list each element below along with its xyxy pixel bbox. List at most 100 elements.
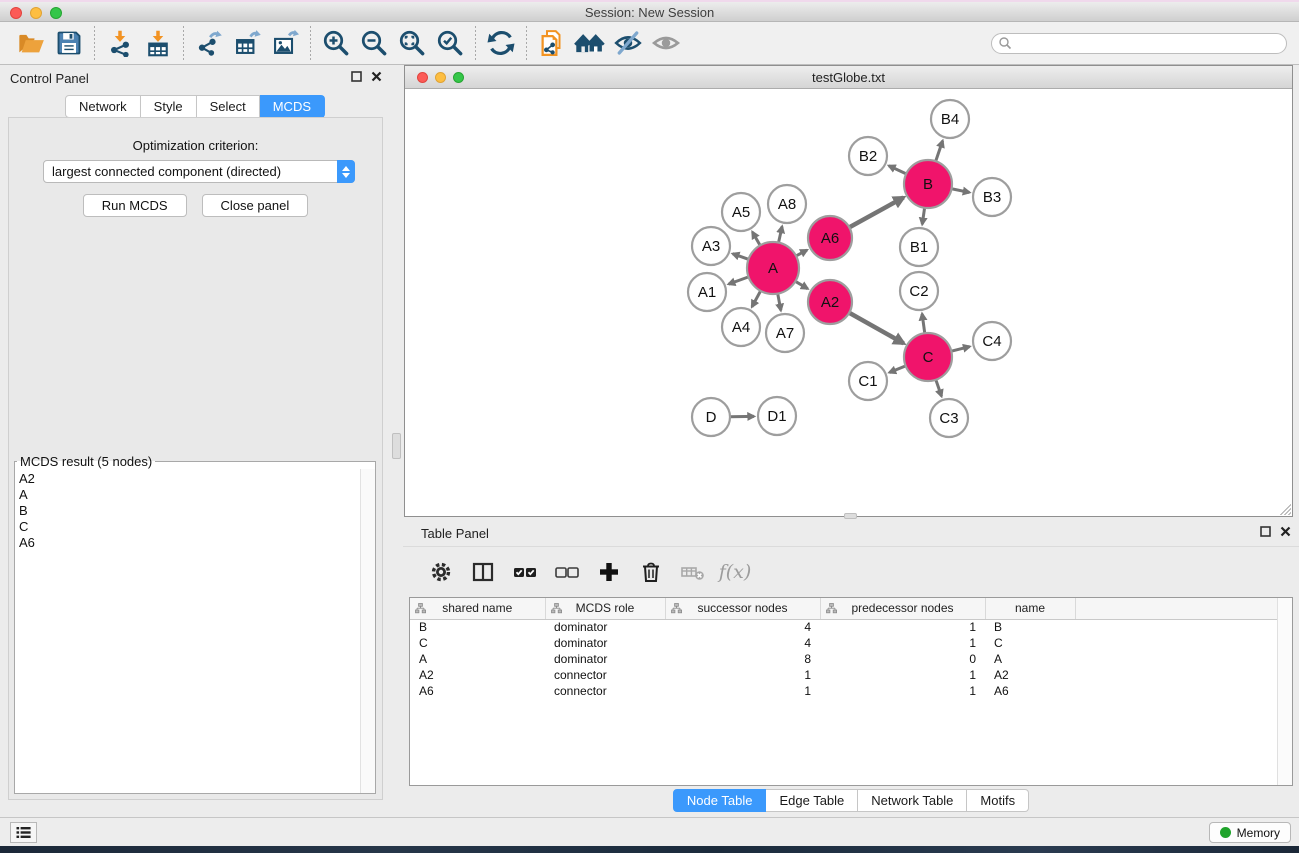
deselect-all-icon[interactable] (549, 555, 585, 589)
mcds-result-item[interactable]: A2 (19, 471, 360, 487)
graph-node-D[interactable]: D (692, 398, 730, 436)
graph-node-A7[interactable]: A7 (766, 314, 804, 352)
table-row[interactable]: Adominator80A (410, 651, 1292, 667)
horizontal-splitter-grip[interactable] (844, 513, 857, 519)
network-canvas[interactable]: B4B2BB3A5A8A6A3AB1A1C2A2A4A7CC4C1C3DD1 (405, 89, 1292, 516)
table-row[interactable]: A2connector11A2 (410, 667, 1292, 683)
table-cell[interactable]: B (410, 619, 545, 635)
zoom-out-icon[interactable] (355, 25, 393, 61)
column-header[interactable]: name (985, 598, 1075, 619)
table-cell[interactable]: C (410, 635, 545, 651)
tab-motifs[interactable]: Motifs (967, 789, 1029, 812)
table-cell[interactable]: A2 (985, 667, 1075, 683)
table-cell[interactable]: 8 (665, 651, 820, 667)
graph-node-B1[interactable]: B1 (900, 228, 938, 266)
network-from-file-icon[interactable] (533, 25, 571, 61)
graph-node-A8[interactable]: A8 (768, 185, 806, 223)
table-cell[interactable]: B (985, 619, 1075, 635)
float-panel-icon[interactable] (351, 71, 362, 82)
table-row[interactable]: Bdominator41B (410, 619, 1292, 635)
search-field[interactable] (991, 33, 1287, 54)
save-session-icon[interactable] (50, 25, 88, 61)
mcds-result-item[interactable]: A6 (19, 535, 360, 551)
graph-node-A[interactable]: A (747, 242, 799, 294)
run-mcds-button[interactable]: Run MCDS (83, 194, 187, 217)
table-cell[interactable]: 1 (820, 667, 985, 683)
table-cell[interactable]: A (410, 651, 545, 667)
table-cell[interactable]: dominator (545, 651, 665, 667)
table-cell[interactable]: dominator (545, 635, 665, 651)
table-scrollbar[interactable] (1277, 598, 1292, 785)
graph-node-C1[interactable]: C1 (849, 362, 887, 400)
graph-node-A1[interactable]: A1 (688, 273, 726, 311)
zoom-fit-icon[interactable] (393, 25, 431, 61)
export-image-icon[interactable] (266, 25, 304, 61)
column-header[interactable]: MCDS role (545, 598, 665, 619)
table-row[interactable]: Cdominator41C (410, 635, 1292, 651)
delete-row-icon[interactable] (633, 555, 669, 589)
column-header[interactable]: predecessor nodes (820, 598, 985, 619)
tab-style[interactable]: Style (141, 95, 197, 118)
result-list-scrollbar[interactable] (360, 469, 375, 793)
graph-node-A4[interactable]: A4 (722, 308, 760, 346)
table-cell[interactable]: 1 (820, 683, 985, 699)
refresh-layout-icon[interactable] (482, 25, 520, 61)
table-row[interactable]: A6connector11A6 (410, 683, 1292, 699)
graph-node-C[interactable]: C (904, 333, 952, 381)
graph-node-A2[interactable]: A2 (808, 280, 852, 324)
table-cell[interactable]: 4 (665, 635, 820, 651)
table-cell[interactable]: A6 (985, 683, 1075, 699)
graph-node-B3[interactable]: B3 (973, 178, 1011, 216)
close-panel-button[interactable]: Close panel (202, 194, 309, 217)
tab-network-table[interactable]: Network Table (858, 789, 967, 812)
table-cell[interactable]: C (985, 635, 1075, 651)
table-cell[interactable]: connector (545, 667, 665, 683)
graph-node-D1[interactable]: D1 (758, 397, 796, 435)
graph-node-B[interactable]: B (904, 160, 952, 208)
table-cell[interactable]: 1 (820, 635, 985, 651)
table-cell[interactable]: 1 (665, 667, 820, 683)
close-table-panel-icon[interactable] (1280, 526, 1291, 537)
graph-node-A6[interactable]: A6 (808, 216, 852, 260)
zoom-in-icon[interactable] (317, 25, 355, 61)
graph-node-C2[interactable]: C2 (900, 272, 938, 310)
task-history-button[interactable] (10, 822, 37, 843)
tab-edge-table[interactable]: Edge Table (766, 789, 858, 812)
float-table-panel-icon[interactable] (1260, 526, 1271, 537)
table-cell[interactable]: A2 (410, 667, 545, 683)
export-network-icon[interactable] (190, 25, 228, 61)
window-resize-grip[interactable] (1278, 502, 1291, 515)
graph-node-A5[interactable]: A5 (722, 193, 760, 231)
graph-node-B2[interactable]: B2 (849, 137, 887, 175)
zoom-selected-icon[interactable] (431, 25, 469, 61)
table-cell[interactable]: A (985, 651, 1075, 667)
column-header[interactable]: shared name (410, 598, 545, 619)
hide-eye-icon[interactable] (609, 25, 647, 61)
column-header[interactable]: successor nodes (665, 598, 820, 619)
mcds-result-item[interactable]: A (19, 487, 360, 503)
graph-node-B4[interactable]: B4 (931, 100, 969, 138)
graph-node-C3[interactable]: C3 (930, 399, 968, 437)
criterion-select[interactable]: largest connected component (directed) (43, 160, 355, 183)
import-table-icon[interactable] (139, 25, 177, 61)
show-column-icon[interactable] (465, 555, 501, 589)
select-all-icon[interactable] (507, 555, 543, 589)
tab-node-table[interactable]: Node Table (673, 789, 767, 812)
add-row-icon[interactable] (591, 555, 627, 589)
network-window-titlebar[interactable]: testGlobe.txt (405, 66, 1292, 89)
delete-table-icon[interactable] (675, 555, 711, 589)
table-cell[interactable]: 1 (665, 683, 820, 699)
search-input[interactable] (1012, 35, 1286, 52)
vertical-splitter[interactable] (390, 65, 404, 817)
table-cell[interactable]: 1 (820, 619, 985, 635)
import-network-icon[interactable] (101, 25, 139, 61)
table-cell[interactable]: connector (545, 683, 665, 699)
table-cell[interactable]: A6 (410, 683, 545, 699)
tab-select[interactable]: Select (197, 95, 260, 118)
table-cell[interactable]: dominator (545, 619, 665, 635)
mcds-result-item[interactable]: B (19, 503, 360, 519)
memory-button[interactable]: Memory (1209, 822, 1291, 843)
open-session-icon[interactable] (12, 25, 50, 61)
column-settings-gear-icon[interactable] (423, 555, 459, 589)
mcds-result-item[interactable]: C (19, 519, 360, 535)
